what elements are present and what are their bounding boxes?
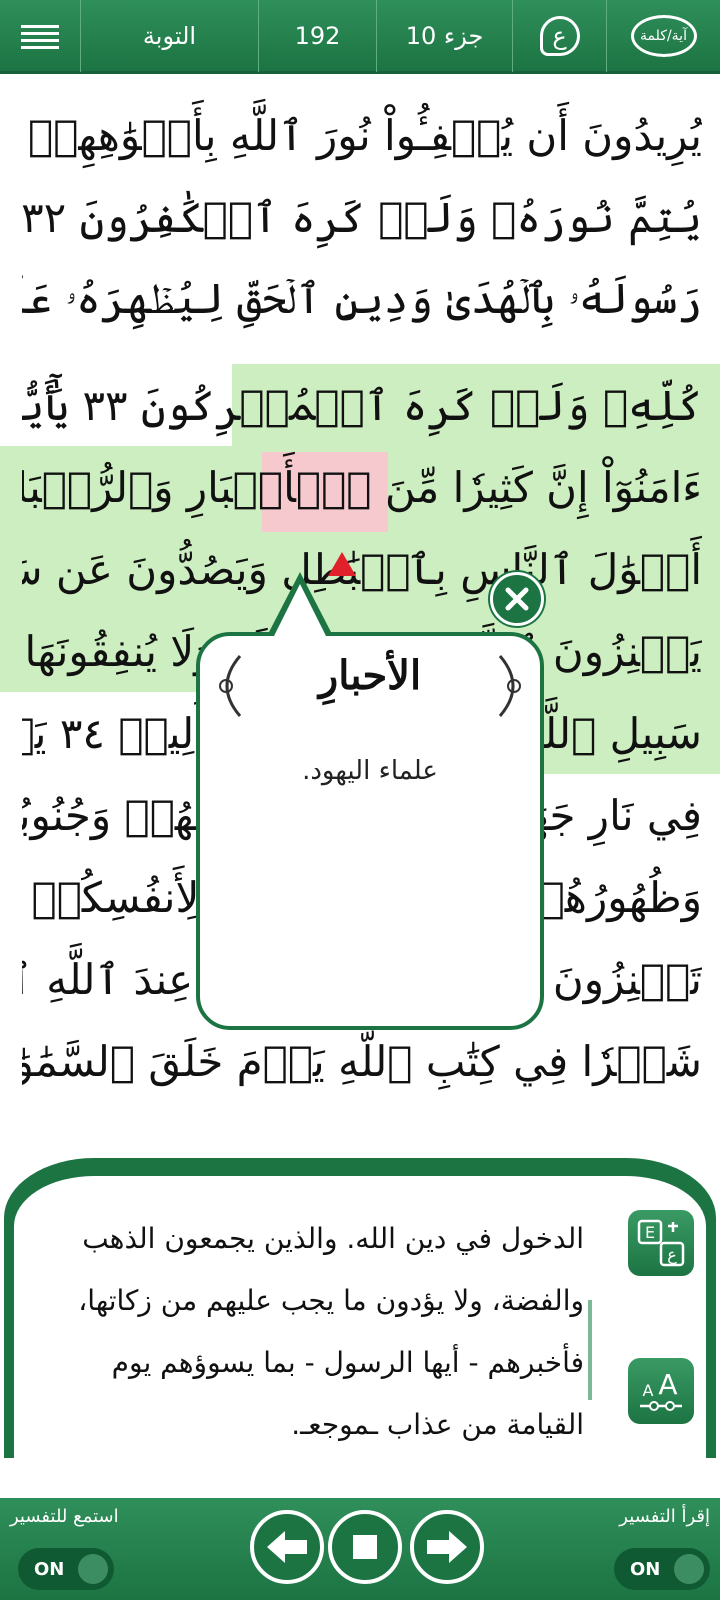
quran-line[interactable]: رَسُولَهُۥ بِٱلۡهُدَىٰ وَدِينِ ٱلۡحَقِّ … xyxy=(22,258,702,340)
quran-line[interactable]: كُلِّهِۦ وَلَوۡ كَرِهَ ٱلۡمُشۡرِكُونَ ٣٣… xyxy=(22,364,702,446)
popup-close-button[interactable] xyxy=(490,572,544,626)
ain-button[interactable]: ع xyxy=(512,0,606,72)
stop-button[interactable] xyxy=(328,1510,402,1584)
read-tafsir-label: إقرأ التفسير xyxy=(619,1506,710,1527)
read-toggle-label: ON xyxy=(630,1558,661,1580)
menu-button[interactable] xyxy=(0,0,80,72)
translate-icon: E ع xyxy=(637,1219,685,1267)
page-number[interactable]: 192 xyxy=(258,0,376,72)
toggle-knob xyxy=(78,1554,108,1584)
stop-icon xyxy=(353,1535,377,1559)
font-size-button[interactable]: A A xyxy=(628,1358,694,1424)
juz-number[interactable]: جزء 10 xyxy=(376,0,512,72)
popup-meaning: علماء اليهود. xyxy=(302,756,438,786)
tafsir-text[interactable]: الدخول في دين الله. والذين يجمعون الذهب … xyxy=(44,1208,584,1456)
ain-icon: ع xyxy=(539,16,580,56)
arrow-right-icon xyxy=(427,1531,467,1563)
svg-text:E: E xyxy=(645,1223,655,1242)
ayah-word-badge: آية/كلمة xyxy=(630,15,697,57)
quran-line[interactable]: شَهۡرٗا فِي كِتَٰبِ ٱللَّهِ يَوۡمَ خَلَق… xyxy=(22,1020,702,1102)
quran-line[interactable]: ءَامَنُوٓاْ إِنَّ كَثِيرٗا مِّنَ ٱلۡأَحۡ… xyxy=(22,446,702,528)
previous-button[interactable] xyxy=(250,1510,324,1584)
word-meaning-popup: الأحبارِ علماء اليهود. xyxy=(196,632,544,1030)
close-icon xyxy=(505,587,529,611)
top-bar: التوبة 192 جزء 10 ع آية/كلمة xyxy=(0,0,720,74)
listen-tafsir-label: استمع للتفسير xyxy=(10,1506,119,1527)
font-size-icon: A A xyxy=(640,1368,682,1411)
read-tafsir-toggle[interactable]: ON xyxy=(614,1548,710,1590)
svg-text:A: A xyxy=(643,1381,654,1400)
quran-line[interactable]: يُرِيدُونَ أَن يُطۡفِـُٔواْ نُورَ ٱللَّه… xyxy=(22,94,702,176)
quran-line[interactable]: يُتِمَّ نُورَهُۥ وَلَوۡ كَرِهَ ٱلۡكَٰفِر… xyxy=(22,176,702,258)
popup-tail-inner xyxy=(274,584,326,636)
translation-button[interactable]: E ع xyxy=(628,1210,694,1276)
arrow-left-icon xyxy=(267,1531,307,1563)
svg-text:A: A xyxy=(658,1368,677,1401)
quran-line[interactable]: أَمۡوَٰلَ ٱلنَّاسِ بِٱلۡبَٰطِلِ وَيَصُدُ… xyxy=(22,528,702,610)
popup-word: الأحبارِ xyxy=(318,652,422,699)
toggle-knob xyxy=(674,1554,704,1584)
listen-toggle-label: ON xyxy=(34,1558,65,1580)
ornament-right-icon xyxy=(498,655,521,717)
ayah-word-toggle[interactable]: آية/كلمة xyxy=(606,0,720,72)
svg-text:ع: ع xyxy=(667,1245,677,1265)
hamburger-icon xyxy=(21,25,59,49)
surah-name[interactable]: التوبة xyxy=(80,0,258,72)
pointer-marker-icon xyxy=(328,552,356,576)
listen-tafsir-toggle[interactable]: ON xyxy=(18,1548,114,1590)
next-button[interactable] xyxy=(410,1510,484,1584)
tafsir-scrollbar[interactable] xyxy=(588,1300,592,1400)
